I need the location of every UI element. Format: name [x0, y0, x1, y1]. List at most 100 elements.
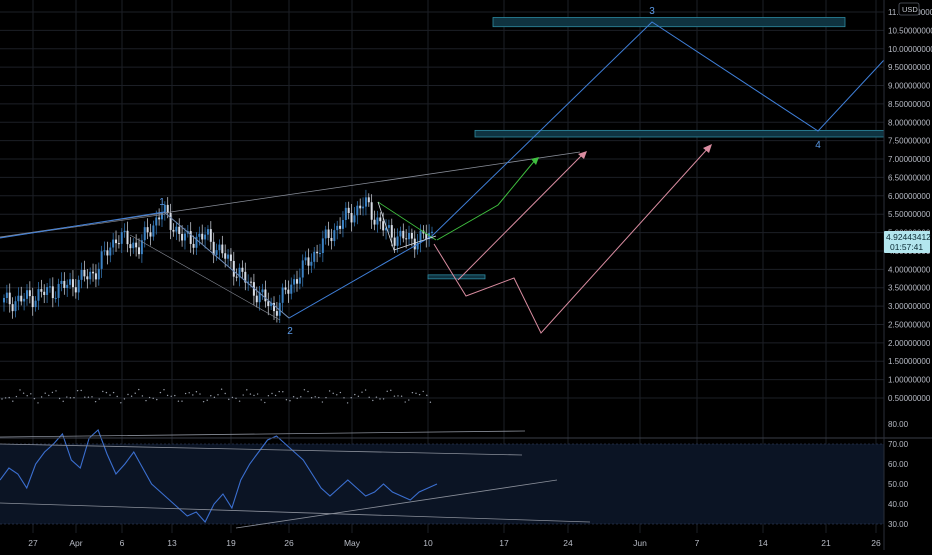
candle-body — [356, 205, 359, 216]
candle-body — [100, 251, 103, 269]
indicator-dot — [206, 399, 208, 401]
wave-label-4: 4 — [815, 140, 821, 151]
candle-body — [364, 197, 367, 207]
candle-body — [69, 279, 72, 285]
time-tick-label: 19 — [226, 538, 236, 548]
indicator-dot — [328, 390, 331, 392]
candle-body — [229, 254, 232, 261]
indicator-dot — [296, 397, 298, 400]
price-tick-label: 5.50000000 — [888, 210, 931, 219]
candle-body — [51, 286, 54, 299]
currency-badge[interactable]: USD — [898, 2, 920, 16]
candle-body — [31, 296, 34, 308]
indicator-dot — [260, 399, 262, 401]
candle-body — [413, 238, 416, 250]
candle-body — [295, 279, 298, 284]
indicator-dot — [303, 389, 306, 391]
price-tick-label: 10.00000000 — [888, 45, 932, 54]
price-tick-label: 2.00000000 — [888, 339, 931, 348]
candle-body — [80, 269, 83, 280]
indicator-dot — [116, 395, 118, 398]
candle-body — [376, 217, 379, 225]
indicator-dot — [163, 388, 165, 391]
candle-body — [290, 284, 293, 294]
indicator-dot — [15, 395, 18, 398]
candle-body — [192, 243, 195, 248]
indicator-dot — [188, 392, 190, 394]
candle-body — [103, 250, 106, 252]
candle-body — [313, 251, 316, 262]
chart-area[interactable]: 1 2 3 4 27 Apr 6 13 19 26 May 10 17 24 Jun 7 14 21 26 0.50… — [0, 0, 932, 550]
time-tick-label: Apr — [69, 538, 82, 548]
candle-body — [97, 268, 100, 280]
indicator-dot — [195, 391, 198, 393]
candle-body — [347, 207, 350, 213]
candle-body — [215, 250, 218, 256]
candle-body — [298, 277, 301, 284]
indicator-dot — [170, 395, 172, 398]
candle-body — [48, 286, 51, 288]
candle-body — [255, 295, 258, 303]
candle-body — [46, 287, 49, 295]
indicator-dot — [253, 394, 255, 397]
indicator-dot — [246, 389, 248, 391]
indicator-dot — [386, 390, 388, 393]
candle-body — [399, 230, 402, 237]
candle-body — [408, 232, 411, 240]
rsi-tick-label: 60.00 — [888, 460, 909, 469]
time-tick-label: 13 — [167, 538, 177, 548]
candle-body — [396, 236, 399, 246]
candle-body — [112, 239, 115, 248]
wave-label-3: 3 — [649, 6, 655, 17]
candle-body — [264, 289, 267, 302]
candle-body — [106, 250, 109, 256]
rsi-tick-label: 50.00 — [888, 480, 909, 489]
candle-body — [307, 257, 310, 266]
candle-body — [382, 221, 385, 231]
indicator-dot — [267, 395, 270, 397]
indicator-dot — [40, 396, 43, 398]
candle-body — [232, 260, 235, 277]
candle-body — [206, 229, 209, 235]
candle-body — [344, 207, 347, 221]
candle-body — [267, 301, 270, 307]
indicator-dot — [235, 397, 237, 399]
candle-body — [402, 230, 405, 239]
time-tick-label: 17 — [499, 538, 509, 548]
indicator-dot — [130, 395, 133, 397]
candle-body — [209, 229, 212, 242]
candle-body — [235, 276, 238, 278]
candle-body — [330, 237, 333, 242]
indicator-dot — [138, 388, 140, 391]
indicator-dot — [98, 398, 100, 400]
indicator-dot — [69, 397, 72, 399]
time-tick-label: 6 — [120, 538, 125, 548]
candle-body — [431, 231, 433, 233]
candle-body — [40, 289, 43, 292]
indicator-dot — [339, 391, 342, 394]
price-tick-label: 6.00000000 — [888, 192, 931, 201]
candle-body — [310, 261, 313, 266]
candle-body — [321, 238, 324, 254]
candle-body — [138, 247, 141, 255]
price-tick-label: 8.50000000 — [888, 100, 931, 109]
candle-body — [293, 279, 296, 285]
indicator-dot — [1, 398, 3, 400]
target-zone — [492, 17, 846, 28]
indicator-dot — [408, 399, 410, 401]
chart-canvas[interactable]: 1 2 3 4 27 Apr 6 13 19 26 May 10 17 24 Jun 7 14 21 26 0.50… — [0, 0, 932, 550]
candle-body — [327, 229, 330, 238]
price-tick-label: 3.00000000 — [888, 302, 931, 311]
indicator-dot — [418, 393, 421, 396]
candle-body — [34, 300, 37, 308]
indicator-dot — [76, 389, 79, 392]
candle-body — [218, 244, 221, 251]
candle-body — [387, 225, 390, 228]
indicator-dot — [4, 397, 7, 399]
indicator-dot — [156, 398, 158, 401]
candle-body — [359, 205, 362, 209]
candle-body — [183, 233, 186, 241]
candle-body — [43, 291, 46, 295]
price-tick-label: 6.50000000 — [888, 173, 931, 182]
countdown-label: 01:57:41 — [890, 242, 923, 252]
